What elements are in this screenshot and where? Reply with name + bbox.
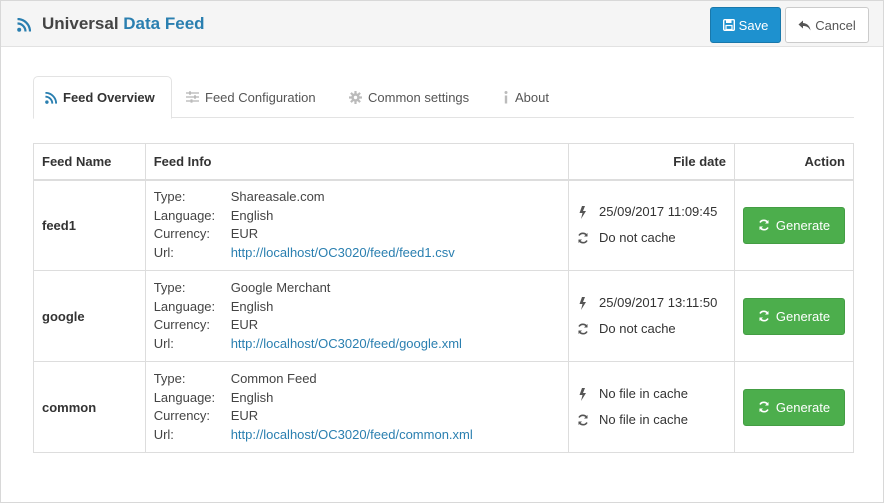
feed-type: Shareasale.com <box>230 189 325 205</box>
feed-name: google <box>33 270 146 362</box>
currency-label: Currency: <box>153 408 211 423</box>
tab-label: Common settings <box>368 89 470 105</box>
generate-label: Generate <box>775 217 831 233</box>
refresh-icon <box>578 323 588 335</box>
sliders-icon <box>186 91 199 103</box>
main-panel: Universal Data Feed Save Cancel Feed Ove… <box>0 0 884 503</box>
reply-icon <box>798 20 811 30</box>
bolt-icon <box>579 205 587 219</box>
feed-info-cell: Type: Common Feed Language: English Curren… <box>144 361 570 453</box>
column-header-feed-info: Feed Info <box>144 143 570 181</box>
column-header-file-date: File date <box>568 143 735 181</box>
feed-currency: EUR <box>230 317 259 332</box>
file-date-cell: 25/09/2017 13:11:50 Do not cache <box>568 270 735 362</box>
refresh-icon <box>578 232 588 244</box>
file-date: 25/09/2017 11:09:45 <box>599 204 718 220</box>
save-button[interactable]: Save <box>710 7 781 43</box>
tab-label: Feed Configuration <box>205 89 316 105</box>
type-label: Type: <box>153 371 186 386</box>
save-label: Save <box>738 17 769 33</box>
column-header-action: Action <box>733 143 855 181</box>
cancel-label: Cancel <box>815 17 856 33</box>
table-header-row: Feed Name Feed Info File date Action <box>33 143 855 181</box>
generate-label: Generate <box>775 308 831 324</box>
column-header-feed-name: Feed Name <box>33 143 146 181</box>
bolt-icon <box>579 387 587 401</box>
rss-icon <box>45 91 57 104</box>
cache-status: No file in cache <box>599 412 688 427</box>
table-row: feed1 Type: Shareasale.com Language: Engli… <box>33 179 855 271</box>
panel-header: Universal Data Feed Save Cancel <box>1 1 883 47</box>
feed-currency: EUR <box>230 408 259 423</box>
tab-label: Feed Overview <box>63 90 155 105</box>
floppy-icon <box>722 19 735 31</box>
action-cell: Generate <box>733 361 855 453</box>
table-row: google Type: Google Merchant Language: Eng… <box>33 270 855 362</box>
tab-feed-configuration[interactable]: Feed Configuration <box>186 76 316 118</box>
generate-button[interactable]: Generate <box>742 297 845 335</box>
feed-url-link[interactable]: http://localhost/OC3020/feed/common.xml <box>231 426 473 445</box>
url-label: Url: <box>153 426 174 442</box>
cache-status: Do not cache <box>599 321 676 336</box>
feed-name: feed1 <box>33 179 146 271</box>
feed-language: English <box>230 298 274 314</box>
action-cell: Generate <box>733 179 855 271</box>
cache-status: Do not cache <box>599 230 676 246</box>
feed-currency: EUR <box>230 226 259 242</box>
file-date: No file in cache <box>599 386 688 401</box>
url-label: Url: <box>153 244 174 260</box>
action-cell: Generate <box>733 270 855 362</box>
tab-feed-overview[interactable]: Feed Overview <box>33 76 172 119</box>
tab-bar: Feed Overview Feed Configuration Common … <box>33 76 854 119</box>
currency-label: Currency: <box>153 317 211 332</box>
language-label: Language: <box>153 207 216 223</box>
feed-type: Google Merchant <box>230 280 331 295</box>
url-label: Url: <box>153 335 174 351</box>
feed-info-cell: Type: Shareasale.com Language: English Cur… <box>144 179 570 271</box>
feed-url-link[interactable]: http://localhost/OC3020/feed/feed1.csv <box>231 244 455 263</box>
feeds-table: Feed Name Feed Info File date Action fee… <box>33 143 855 453</box>
currency-label: Currency: <box>153 226 211 242</box>
file-date-cell: 25/09/2017 11:09:45 Do not cache <box>568 179 735 271</box>
type-label: Type: <box>153 280 186 295</box>
rss-icon <box>17 18 31 32</box>
feed-url-link[interactable]: http://localhost/OC3020/feed/google.xml <box>231 335 462 354</box>
refresh-icon <box>759 310 769 322</box>
language-label: Language: <box>153 389 216 405</box>
gear-icon <box>349 90 362 104</box>
feed-name: common <box>33 361 146 453</box>
feed-type: Common Feed <box>230 371 317 386</box>
page-title: Universal Data Feed <box>42 14 205 34</box>
title-main: Universal <box>42 14 119 33</box>
info-icon <box>504 90 508 103</box>
language-label: Language: <box>153 298 216 314</box>
cancel-button[interactable]: Cancel <box>785 7 869 43</box>
generate-label: Generate <box>775 399 831 415</box>
file-date-cell: No file in cache No file in cache <box>568 361 735 453</box>
file-date: 25/09/2017 13:11:50 <box>599 295 718 310</box>
tab-common-settings[interactable]: Common settings <box>349 76 469 118</box>
refresh-icon <box>759 401 769 413</box>
tab-about[interactable]: About <box>503 76 549 118</box>
generate-button[interactable]: Generate <box>742 206 845 244</box>
feed-language: English <box>230 389 274 405</box>
type-label: Type: <box>153 189 186 205</box>
title-accent: Data Feed <box>123 14 205 33</box>
refresh-icon <box>578 414 588 426</box>
generate-button[interactable]: Generate <box>742 388 845 426</box>
refresh-icon <box>759 219 769 231</box>
feed-language: English <box>230 207 274 223</box>
tab-label: About <box>515 89 549 105</box>
bolt-icon <box>579 296 587 310</box>
table-row: common Type: Common Feed Language: English… <box>33 361 855 453</box>
feed-info-cell: Type: Google Merchant Language: English Cu… <box>144 270 570 362</box>
